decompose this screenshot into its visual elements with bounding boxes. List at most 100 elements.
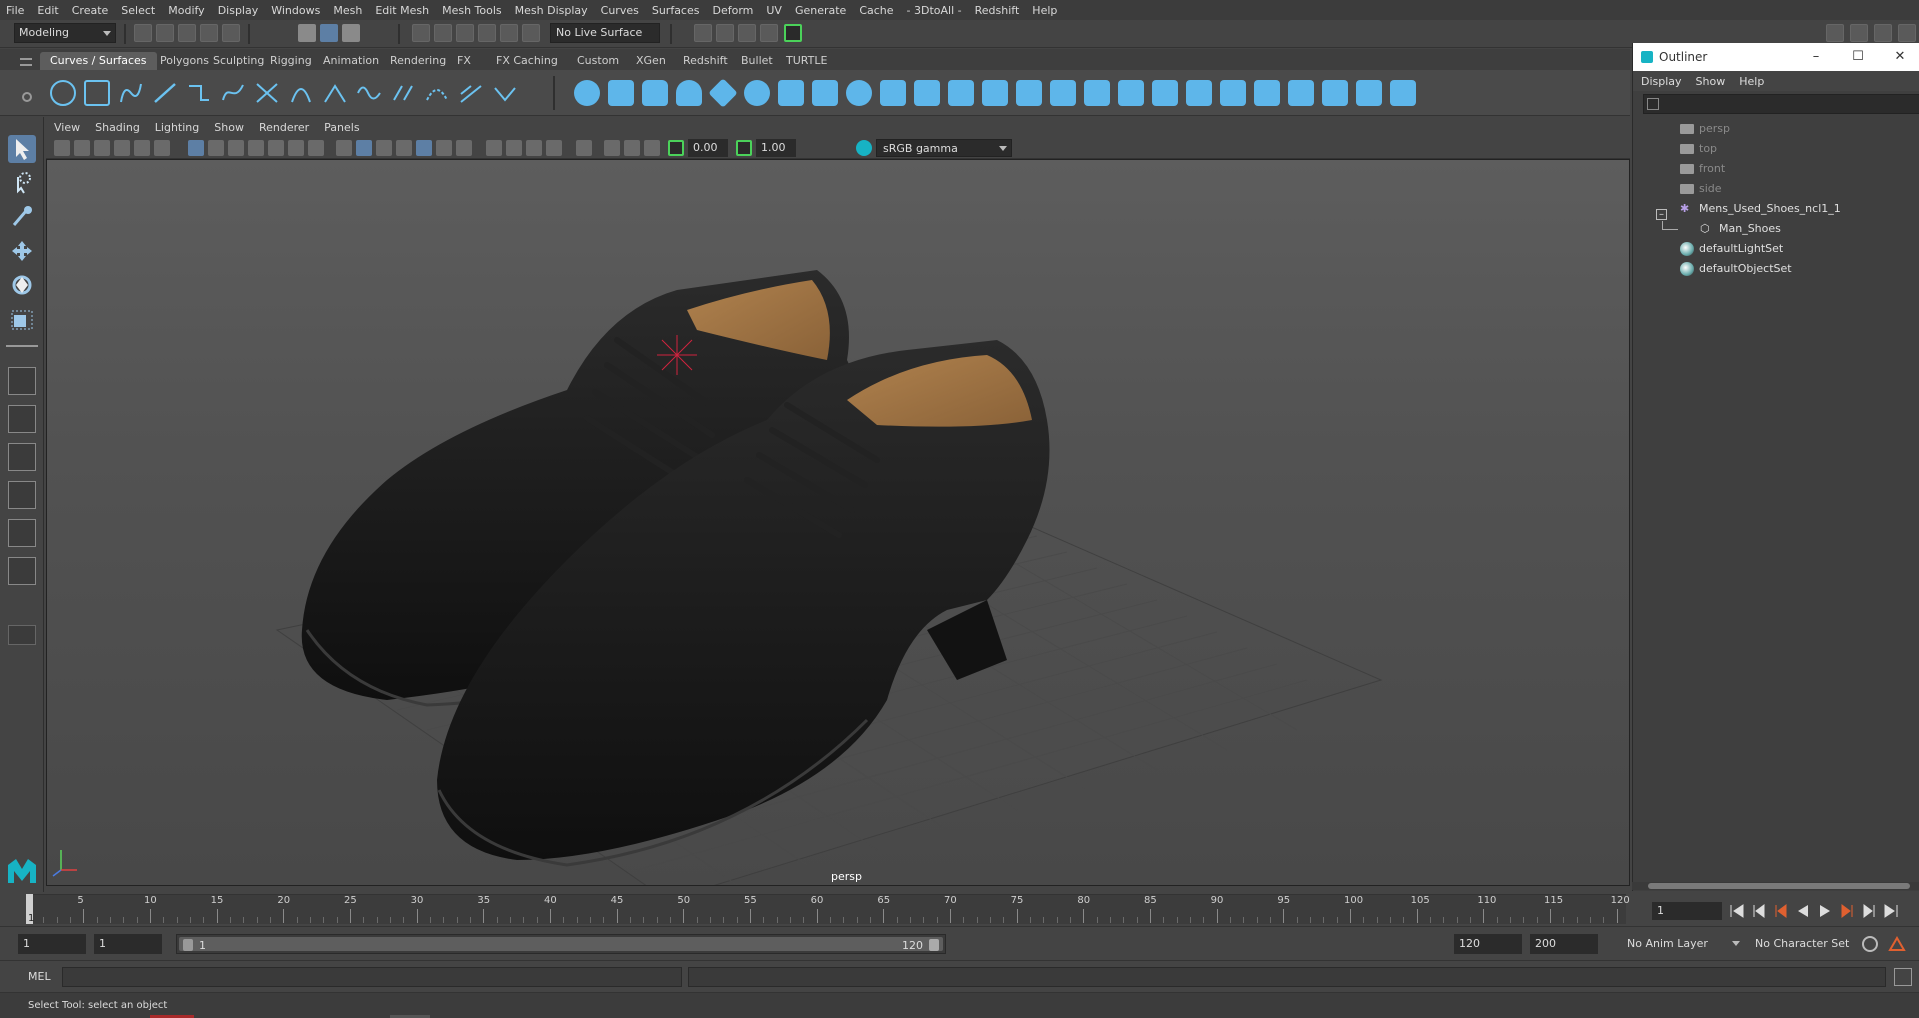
shelf-tab-fx-caching[interactable]: FX Caching [486,52,568,70]
new-scene-icon[interactable] [134,24,152,42]
outliner-horizontal-scrollbar[interactable] [1632,882,1919,890]
film-gate-icon[interactable] [208,140,224,156]
outliner-item[interactable]: ✱ Mens_Used_Shoes_ncl1_1 [1680,199,1841,219]
loft-icon[interactable] [812,80,838,106]
shelf-tab-bullet[interactable]: Bullet [731,52,783,70]
outliner-item[interactable]: top [1680,139,1717,159]
command-input[interactable] [62,967,682,987]
four-view-layout-icon[interactable] [8,405,36,433]
scrollbar-thumb[interactable] [1648,883,1910,889]
xray-active-icon[interactable] [624,140,640,156]
select-hierarchy-icon[interactable] [298,24,316,42]
textured-icon[interactable] [416,140,432,156]
exposure-icon[interactable] [668,140,684,156]
menu-file[interactable]: File [6,4,24,17]
menu-modify[interactable]: Modify [168,4,204,17]
field-chart-icon[interactable] [268,140,284,156]
bookmark-icon[interactable] [94,140,110,156]
viewport-menu-show[interactable]: Show [214,121,244,134]
curve-intersect-icon[interactable] [254,80,280,106]
untrim-icon[interactable] [1152,80,1178,106]
grease-pencil-icon[interactable] [154,140,170,156]
menu-curves[interactable]: Curves [601,4,639,17]
nurbs-plane-icon[interactable] [708,78,738,108]
render-settings-icon[interactable] [694,24,712,42]
camera-select-icon[interactable] [54,140,70,156]
xray-icon[interactable] [604,140,620,156]
animation-preferences-icon[interactable] [1888,936,1906,952]
viewport-menu-shading[interactable]: Shading [95,121,140,134]
menu-redshift[interactable]: Redshift [975,4,1020,17]
animation-start-field[interactable]: 1 [18,934,86,954]
curve-offset-icon[interactable] [458,80,484,106]
pencil-curve-icon[interactable] [186,80,212,106]
snap-live-icon[interactable] [500,24,518,42]
attach-surfaces-icon[interactable] [1186,80,1212,106]
play-backwards-icon[interactable] [1794,902,1812,920]
shadows-icon[interactable] [456,140,472,156]
revolve-icon[interactable] [778,80,804,106]
curve-attach-icon[interactable] [356,80,382,106]
gate-mask-icon[interactable] [248,140,264,156]
curve-extend-icon[interactable] [492,80,518,106]
shelf-tab-custom[interactable]: Custom [567,52,629,70]
nurbs-circle-icon[interactable] [50,80,76,106]
nurbs-cylinder-icon[interactable] [642,80,668,106]
motion-blur-icon[interactable] [506,140,522,156]
exposure-field[interactable]: 0.00 [688,139,728,157]
paint-select-tool-icon[interactable] [8,203,36,231]
extrude-icon[interactable] [880,80,906,106]
detach-surfaces-icon[interactable] [1220,80,1246,106]
nurbs-square-icon[interactable] [84,80,110,106]
snap-grid-icon[interactable] [412,24,430,42]
maximize-button[interactable]: ☐ [1838,43,1878,71]
menu-generate[interactable]: Generate [795,4,846,17]
tool-settings-icon[interactable] [1898,24,1916,42]
viewport-menu-lighting[interactable]: Lighting [155,121,199,134]
menu-windows[interactable]: Windows [271,4,320,17]
range-end-handle[interactable] [929,939,939,951]
2d-pan-zoom-icon[interactable] [134,140,150,156]
extend-surface-icon[interactable] [1322,80,1348,106]
attribute-editor-icon[interactable] [1874,24,1892,42]
outliner-item[interactable]: persp [1680,119,1730,139]
live-surface-field[interactable]: No Live Surface [550,23,660,43]
move-tool-icon[interactable] [8,237,36,265]
ipr-render-icon[interactable] [738,24,756,42]
perspective-viewport[interactable]: persp [46,159,1630,886]
view-transform-dropdown[interactable]: sRGB gamma [876,139,1012,157]
menu-3dtoall[interactable]: - 3DtoAll - [907,4,962,17]
gamma-icon[interactable] [736,140,752,156]
menu-deform[interactable]: Deform [712,4,753,17]
mode-selector[interactable]: Modeling [14,23,116,43]
auto-key-icon[interactable] [1862,936,1878,952]
undo-icon[interactable] [200,24,218,42]
shelf-tab-turtle[interactable]: TURTLE [776,52,837,70]
gamma-field[interactable]: 1.00 [756,139,796,157]
select-tool-arrow-icon[interactable] [8,135,36,163]
menu-mesh-tools[interactable]: Mesh Tools [442,4,502,17]
shelf-tab-fx[interactable]: FX [447,52,481,70]
cv-curve-icon[interactable] [118,80,144,106]
square-surface-icon[interactable] [982,80,1008,106]
animation-end-field[interactable]: 200 [1530,934,1598,954]
script-language-toggle[interactable]: MEL [28,970,51,983]
shelf-tab-redshift[interactable]: Redshift [673,52,738,70]
menu-create[interactable]: Create [72,4,109,17]
wireframe-on-shaded-icon[interactable] [396,140,412,156]
character-set-dropdown[interactable]: No Character Set [1750,934,1868,954]
time-slider[interactable]: 5 10 15 20 25 30 35 40 45 50 55 60 65 70 75 80 85 90 95 100… [0,892,1919,926]
outliner-item[interactable]: ⬡ Man_Shoes [1700,219,1781,239]
time-slider-track[interactable]: 5 10 15 20 25 30 35 40 45 50 55 60 65 70 75 80 85 90 95 100… [26,894,1630,924]
bezier-curve-icon[interactable] [220,80,246,106]
curve-cut-icon[interactable] [288,80,314,106]
intersect-surfaces-icon[interactable] [1084,80,1110,106]
menu-surfaces[interactable]: Surfaces [652,4,700,17]
nurbs-torus-icon[interactable] [744,80,770,106]
playback-start-field[interactable]: 1 [94,934,162,954]
rebuild-surface-icon[interactable] [1356,80,1382,106]
select-component-icon[interactable] [342,24,360,42]
smooth-shade-icon[interactable] [356,140,372,156]
color-management-icon[interactable] [856,140,872,156]
workspace-icon[interactable] [1826,24,1844,42]
